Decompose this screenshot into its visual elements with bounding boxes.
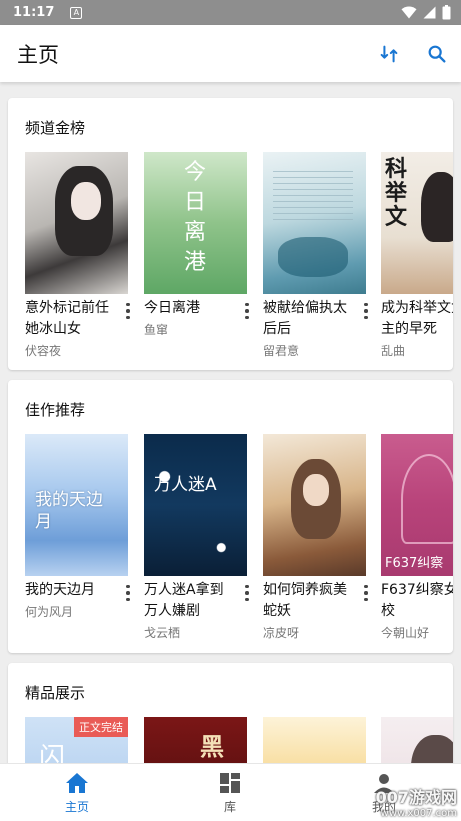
book-author: 留君意 — [263, 344, 300, 358]
app-bar: 主页 — [0, 25, 461, 82]
book-title: 万人迷A拿到万人嫌剧 — [144, 582, 224, 619]
cover-text: 万人迷A — [154, 475, 217, 495]
search-button[interactable] — [413, 30, 461, 78]
cover-text: 我的天边月 — [35, 490, 103, 532]
home-content[interactable]: 频道金榜 意外标记前任她冰山女 伏容夜 今日离港 今日离港 鱼窜 被献给偏执太后… — [0, 82, 461, 763]
book-item[interactable]: 黑 — [144, 717, 263, 763]
cover-text: F637纠察 — [385, 556, 444, 571]
status-bar: 11:17 A — [0, 0, 461, 25]
book-cover[interactable]: 黑 — [144, 717, 247, 763]
notification-icon: A — [70, 6, 83, 19]
more-options-icon[interactable] — [121, 583, 135, 603]
book-item[interactable] — [381, 717, 453, 763]
section-card-featured: 精品展示 闪 正文完结 黑 — [8, 663, 453, 763]
home-icon — [66, 773, 88, 793]
nav-home[interactable]: 主页 — [37, 764, 117, 821]
book-title: 意外标记前任她冰山女 — [25, 300, 109, 337]
search-icon — [428, 45, 446, 63]
book-item[interactable]: 被献给偏执太后后 留君意 — [263, 152, 382, 359]
wifi-icon — [401, 6, 417, 19]
sort-button[interactable] — [365, 30, 413, 78]
book-author: 何为风月 — [25, 605, 74, 619]
book-cover[interactable] — [263, 717, 366, 763]
nav-label: 库 — [223, 800, 236, 814]
nav-library[interactable]: 库 — [190, 764, 270, 821]
book-author: 伏容夜 — [25, 344, 62, 358]
book-cover[interactable] — [381, 717, 453, 763]
status-time: 11:17 — [13, 5, 55, 20]
book-item[interactable]: 科举文 成为科举文女主的早死 乱曲 — [381, 152, 453, 359]
book-item[interactable]: 我的天边月 我的天边月 何为风月 — [25, 434, 144, 620]
signal-icon — [423, 6, 436, 19]
section-title: 频道金榜 — [25, 119, 86, 137]
library-icon — [220, 773, 240, 793]
bottom-navigation: 主页 库 我的 007游戏网 www.x007.com — [0, 763, 461, 821]
book-item[interactable]: 万人迷A 万人迷A拿到万人嫌剧 戈云栖 — [144, 434, 263, 641]
sort-icon — [380, 45, 398, 62]
more-options-icon[interactable] — [359, 583, 373, 603]
watermark-text: 007游戏网 — [375, 788, 457, 807]
watermark: 007游戏网 www.x007.com — [376, 784, 457, 819]
book-author: 今朝山好 — [381, 626, 430, 640]
book-cover[interactable] — [25, 152, 128, 294]
book-item[interactable]: 闪 正文完结 — [25, 717, 144, 763]
book-title: 今日离港 — [144, 300, 200, 316]
book-author: 戈云栖 — [144, 626, 181, 640]
more-options-icon[interactable] — [240, 301, 254, 321]
book-author: 凉皮呀 — [263, 626, 300, 640]
book-title: F637纠察女校 — [381, 582, 453, 619]
page-title: 主页 — [17, 42, 59, 67]
book-cover[interactable] — [263, 152, 366, 294]
book-cover[interactable] — [263, 434, 366, 576]
section-title: 精品展示 — [25, 684, 86, 702]
battery-icon — [442, 5, 451, 20]
book-cover[interactable]: F637纠察 — [381, 434, 453, 576]
cover-text: 黑 — [200, 733, 224, 761]
book-title: 如何饲养疯美蛇妖 — [263, 582, 347, 619]
completed-badge: 正文完结 — [74, 717, 128, 737]
more-options-icon[interactable] — [121, 301, 135, 321]
section-card-recommended: 佳作推荐 我的天边月 我的天边月 何为风月 万人迷A 万人迷A拿到万人嫌剧 戈云… — [8, 380, 453, 653]
book-item[interactable]: 如何饲养疯美蛇妖 凉皮呀 — [263, 434, 382, 641]
more-options-icon[interactable] — [240, 583, 254, 603]
book-author: 乱曲 — [381, 344, 406, 358]
book-title: 我的天边月 — [25, 582, 95, 598]
book-item[interactable]: F637纠察 F637纠察女校 今朝山好 — [381, 434, 453, 641]
book-cover[interactable]: 万人迷A — [144, 434, 247, 576]
book-item[interactable]: 今日离港 今日离港 鱼窜 — [144, 152, 263, 338]
nav-label: 主页 — [64, 800, 89, 814]
book-cover[interactable]: 科举文 — [381, 152, 453, 294]
cover-text: 闪 — [39, 743, 66, 763]
book-title: 被献给偏执太后后 — [263, 300, 347, 337]
section-title: 佳作推荐 — [25, 401, 86, 419]
book-author: 鱼窜 — [144, 323, 169, 337]
book-cover[interactable]: 今日离港 — [144, 152, 247, 294]
section-card-ranking: 频道金榜 意外标记前任她冰山女 伏容夜 今日离港 今日离港 鱼窜 被献给偏执太后… — [8, 98, 453, 370]
book-item[interactable] — [263, 717, 382, 763]
cover-text: 科举文 — [385, 157, 408, 230]
book-cover[interactable]: 闪 正文完结 — [25, 717, 128, 763]
book-item[interactable]: 意外标记前任她冰山女 伏容夜 — [25, 152, 144, 359]
book-title: 成为科举文女主的早死 — [381, 300, 453, 337]
cover-text: 今日离港 — [184, 160, 207, 275]
more-options-icon[interactable] — [359, 301, 373, 321]
watermark-url: www.x007.com — [380, 808, 457, 819]
book-cover[interactable]: 我的天边月 — [25, 434, 128, 576]
